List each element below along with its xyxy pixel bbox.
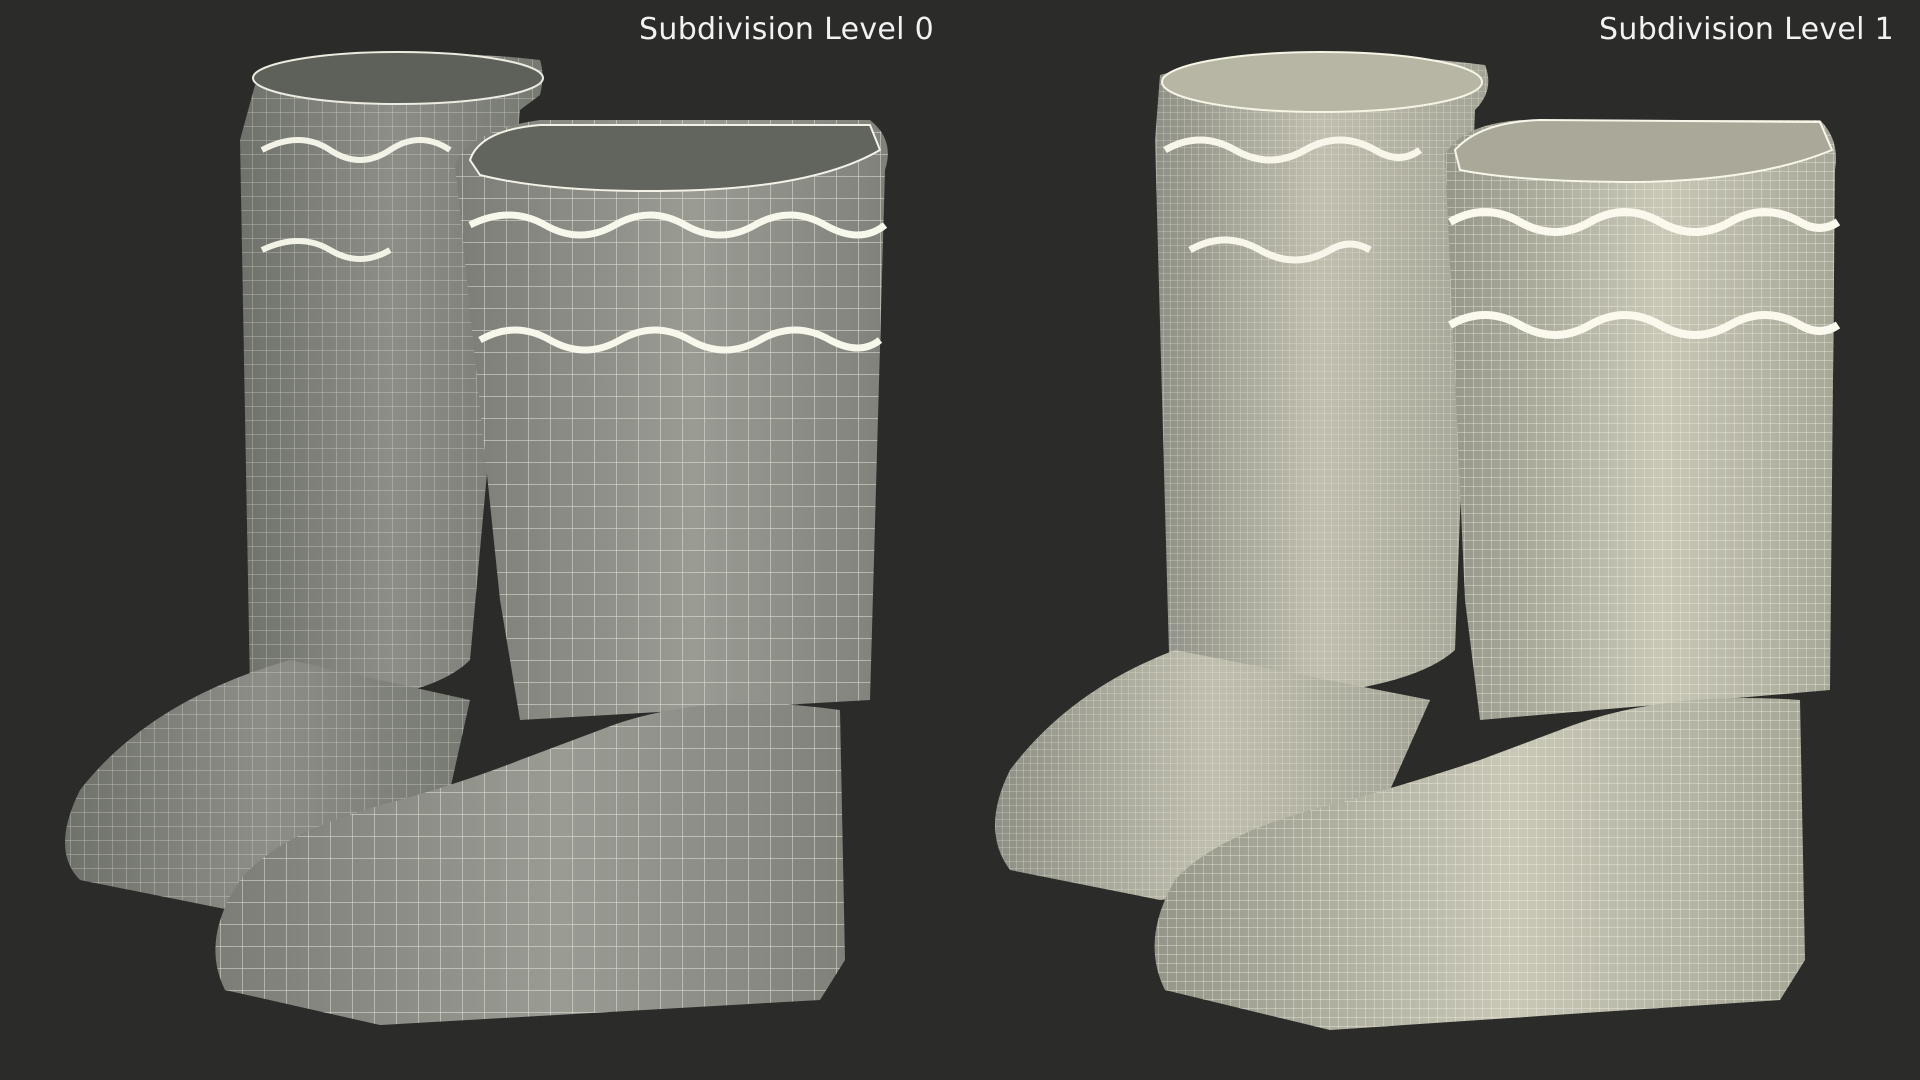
render-viewport: Subdivision Level 0 Subdivision Level 1 [0,0,1920,1080]
boots-wireframe-level-1 [995,51,1841,1030]
panel-subdivision-level-0: Subdivision Level 0 [0,0,960,1080]
panel-subdivision-level-1: Subdivision Level 1 [960,0,1920,1080]
panel-title-level-0: Subdivision Level 0 [639,12,934,47]
boots-wireframe-level-0 [65,51,888,1025]
panel-title-level-1: Subdivision Level 1 [1599,12,1894,47]
back-boot [995,51,1489,900]
